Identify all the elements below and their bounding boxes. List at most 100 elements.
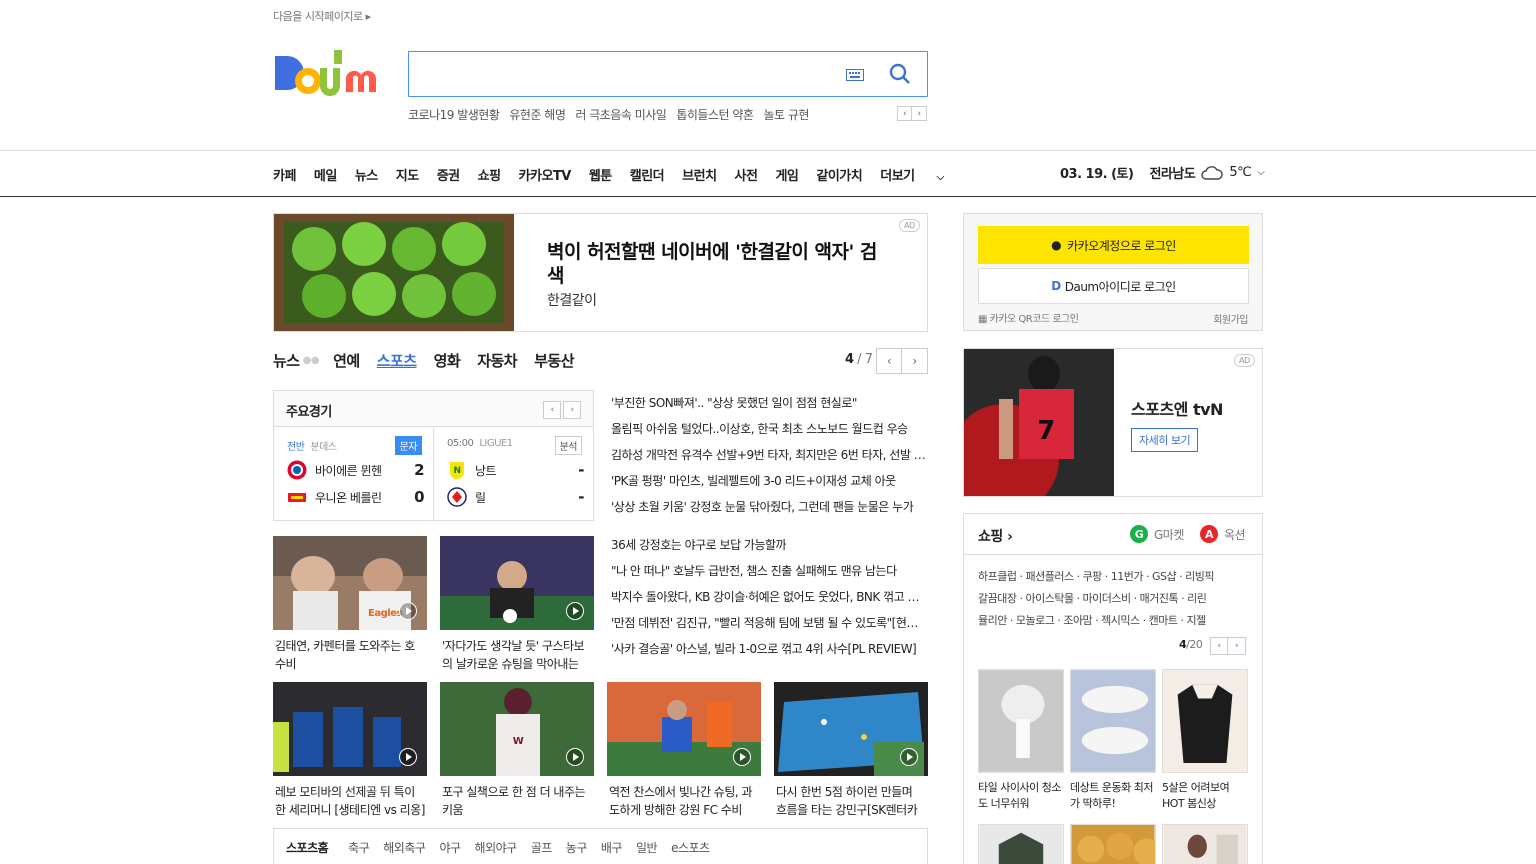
headline-item[interactable]: 김하성 개막전 유격수 선발+9번 타자, 최지만은 6번 타자, 선발 출전 [611, 447, 927, 473]
chevron-left-icon[interactable]: ‹ [543, 401, 561, 419]
trend-keyword[interactable]: 톱히들스턴 약혼 [676, 106, 754, 123]
chevron-right-icon[interactable]: › [902, 348, 928, 374]
analysis-badge[interactable]: 분석 [554, 436, 582, 455]
video-thumb[interactable]: 다시 한번 5점 하이런 만들며 흐름을 타는 강민구[SK렌터카 vs 블루원… [774, 682, 928, 819]
daum-logo[interactable] [273, 48, 389, 100]
auction-link[interactable]: A 옥션 [1200, 525, 1246, 543]
nav-calendar[interactable]: 캘린더 [630, 165, 665, 184]
ad-tvn[interactable]: 7 스포츠엔 tvN 자세히 보기 AD [963, 348, 1263, 497]
product-card[interactable]: 5살은 어려보여 HOT 봄신상 [1162, 669, 1248, 812]
headline-item[interactable]: "나 안 떠나" 호날두 급반전, 챔스 진출 실패해도 맨유 남는다 [611, 563, 927, 589]
sports-link[interactable]: 축구 [348, 839, 370, 857]
search-icon[interactable] [887, 61, 913, 87]
tab-news[interactable]: 뉴스 [273, 350, 300, 371]
nav-news[interactable]: 뉴스 [355, 165, 378, 184]
gmarket-link[interactable]: G G마켓 [1130, 525, 1184, 543]
headline-item[interactable]: 박지수 돌아왔다, KB 강이슬·허예은 없어도 웃었다, BNK 꺾고 연승 [611, 589, 927, 615]
product-card[interactable]: 데상트 운동화 최저가 딱하루! [1070, 669, 1156, 812]
chevron-left-icon[interactable]: ‹ [876, 348, 902, 374]
headline-item[interactable]: '부진한 SON빠져'.. "상상 못했던 일이 점점 현실로" [611, 395, 927, 421]
video-thumb[interactable]: 레보 모티바의 선제골 뒤 특이한 세리머니 [생테티엔 vs 리옹] [273, 682, 427, 819]
headline-item[interactable]: '상상 초월 키움' 강정호 눈물 닦아줬다, 그런데 팬들 눈물은 누가 [611, 499, 927, 525]
nav-mail[interactable]: 메일 [314, 165, 337, 184]
ad-image-apples [274, 214, 514, 331]
nav-more[interactable]: 더보기 ⌵ [880, 165, 962, 184]
sports-link[interactable]: 해외축구 [383, 839, 426, 857]
shopping-title[interactable]: 쇼핑 › [978, 526, 1013, 546]
shop-link-row[interactable]: 하프클럽 · 패션플러스 · 쿠팡 · 11번가 · GS샵 · 리빙픽 [978, 566, 1250, 588]
chevron-down-icon: ⌵ [936, 172, 945, 183]
keyboard-icon[interactable] [846, 69, 864, 81]
nav-webtoon[interactable]: 웹툰 [589, 165, 612, 184]
nav-together[interactable]: 같이가치 [816, 165, 862, 184]
headline-item[interactable]: 올림픽 아쉬움 털었다..이상호, 한국 최초 스노보드 월드컵 우승 [611, 421, 927, 447]
shop-link-row[interactable]: 뮬리안 · 모놀로그 · 조아맘 · 젝시믹스 · 캔마트 · 지젤 [978, 610, 1250, 632]
sports-link[interactable]: 배구 [601, 839, 623, 857]
kakao-login-button[interactable]: ● 카카오계정으로 로그인 [978, 226, 1249, 264]
product-image-pears[interactable] [1070, 824, 1156, 864]
nav-map[interactable]: 지도 [396, 165, 419, 184]
headline-item[interactable]: 36세 강정호는 야구로 보답 가능할까 [611, 537, 927, 563]
chevron-right-icon[interactable]: › [912, 106, 927, 121]
match-card[interactable]: 05:00 LIGUE1 분석 N 낭트 - 릴 - [434, 428, 594, 521]
shop-link-row[interactable]: 갈끔대장 · 아이스탁몰 · 마이더스비 · 매거진톡 · 리린 [978, 588, 1250, 610]
video-thumb[interactable]: W 포구 실책으로 한 점 더 내주는 키움 [440, 682, 594, 819]
text-relay-badge[interactable]: 문자 [394, 436, 422, 455]
set-start-page-link[interactable]: 다음을 시작페이지로 ▸ [273, 8, 371, 24]
search-box[interactable] [408, 51, 928, 97]
trend-keyword[interactable]: 코로나19 발생현황 [408, 106, 500, 123]
headline-item[interactable]: '만점 데뷔전' 김진규, "빨리 적응해 팀에 보탬 될 수 있도록"[현장인… [611, 615, 927, 641]
ad2-more-button[interactable]: 자세히 보기 [1131, 428, 1199, 452]
chevron-left-icon[interactable]: ‹ [1210, 637, 1228, 655]
tab-entertainment[interactable]: 연예 [333, 350, 360, 371]
nav-shopping[interactable]: 쇼핑 [478, 165, 501, 184]
trend-keyword[interactable]: 유현준 해명 [509, 106, 566, 123]
chevron-right-icon[interactable]: › [1228, 637, 1246, 655]
page-indicator: 4 / 7 [845, 352, 873, 367]
sports-link[interactable]: e스포츠 [671, 839, 710, 857]
nav-cafe[interactable]: 카페 [273, 165, 296, 184]
nav-brunch[interactable]: 브런치 [682, 165, 717, 184]
product-card[interactable]: 타일 사이사이 청소도 너무쉬워 [978, 669, 1064, 812]
qr-login-link[interactable]: ▦ 카카오 QR코드 로그인 [978, 310, 1079, 325]
nav-dictionary[interactable]: 사전 [735, 165, 758, 184]
chevron-left-icon[interactable]: ‹ [897, 106, 912, 121]
headline-item[interactable]: 'PK골 펑펑' 마인츠, 빌레펠트에 3-0 리드+이재성 교체 아웃 [611, 473, 927, 499]
svg-text:Eagles: Eagles [368, 608, 402, 619]
nav-kakaotv[interactable]: 카카오TV [519, 165, 572, 184]
video-thumb[interactable]: 역전 찬스에서 빛나간 슈팅, 과도하게 방해한 강원 FC 수비 [607, 682, 761, 819]
nav-stock[interactable]: 증권 [437, 165, 460, 184]
tab-movie[interactable]: 영화 [434, 350, 461, 371]
product-image-jacket[interactable] [978, 824, 1064, 864]
weather-widget[interactable]: 03. 19. (토) 전라남도 5℃ ⌵ [1060, 163, 1265, 182]
sports-link[interactable]: 해외야구 [475, 839, 518, 857]
tab-realestate[interactable]: 부동산 [534, 350, 574, 371]
sports-link[interactable]: 농구 [566, 839, 588, 857]
ad-image-player: 7 [964, 349, 1114, 496]
nav-game[interactable]: 게임 [775, 165, 798, 184]
chevron-right-icon[interactable]: › [563, 401, 581, 419]
video-thumb[interactable]: Eagles 김태연, 카펜터를 도와주는 호수비 [273, 536, 427, 673]
tab-sports[interactable]: 스포츠 [377, 350, 417, 371]
signup-link[interactable]: 회원가입 [1213, 311, 1248, 326]
headline-item[interactable]: '사카 결승골' 아스널, 빌라 1-0으로 꺾고 4위 사수[PL REVIE… [611, 641, 927, 667]
ad-banner[interactable]: 벽이 허전할땐 네이버에 '한결같이 액자' 검색 한결같이 AD [273, 213, 928, 332]
match-card[interactable]: 전반 분데스 문자 바이에른 뮌헨 2 우니온 베를린 0 [274, 428, 434, 521]
product-image-model[interactable] [1162, 824, 1248, 864]
tab-car[interactable]: 자동차 [477, 350, 517, 371]
video-thumb[interactable]: '자다가도 생각날 듯' 구스타보의 날카로운 슈팅을 막아내는 구성윤 [440, 536, 594, 673]
sports-link[interactable]: 야구 [439, 839, 461, 857]
sports-link[interactable]: 일반 [636, 839, 658, 857]
sports-home-link[interactable]: 스포츠홈 [286, 839, 329, 857]
ad-badge: AD [899, 219, 920, 232]
search-input[interactable] [419, 62, 829, 86]
daum-login-button[interactable]: D Daum아이디로 로그인 [978, 268, 1249, 304]
nav-more-label: 더보기 [880, 169, 915, 184]
away-score: 0 [414, 488, 424, 506]
date-text: 03. 19. (토) [1060, 167, 1134, 182]
major-matches: 주요경기 ‹ › 전반 분데스 문자 바이에른 뮌헨 2 우니온 베를린 0 05… [273, 390, 594, 521]
trend-keyword[interactable]: 러 극초음속 미사일 [575, 106, 666, 123]
ad-subtitle: 한결같이 [547, 293, 597, 309]
sports-link[interactable]: 골프 [531, 839, 553, 857]
trend-keyword[interactable]: 놀토 규현 [763, 106, 809, 123]
